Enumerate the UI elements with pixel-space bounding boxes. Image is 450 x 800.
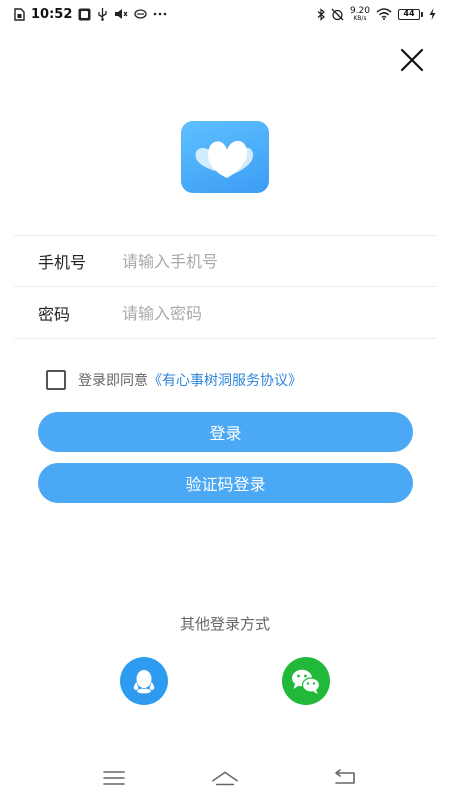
password-input[interactable] — [122, 303, 428, 323]
nav-back-button[interactable] — [331, 766, 359, 790]
status-bar: 10:52 9.20 KB/s 44 — [0, 0, 450, 28]
status-right: 9.20 KB/s 44 — [317, 6, 436, 22]
password-label: 密码 — [38, 305, 71, 324]
other-login-title: 其他登录方式 — [179, 615, 270, 633]
more-dots-icon — [153, 12, 167, 16]
alarm-off-icon — [331, 8, 344, 21]
wechat-icon — [292, 669, 321, 694]
agreement-row: 登录即同意 《有心事树洞服务协议》 — [46, 369, 302, 391]
charging-icon — [429, 8, 436, 20]
battery-level: 44 — [398, 8, 420, 20]
close-button[interactable] — [398, 46, 426, 74]
battery-icon: 44 — [398, 8, 423, 20]
back-icon — [335, 769, 355, 784]
close-icon — [400, 48, 424, 72]
net-speed: 9.20 KB/s — [350, 6, 370, 22]
phone-row: 手机号 — [38, 236, 428, 286]
message-icon — [134, 8, 148, 20]
status-time: 10:52 — [31, 6, 73, 22]
wifi-icon — [376, 8, 392, 20]
app-notification-icon — [78, 8, 91, 21]
login-button[interactable]: 登录 — [38, 412, 413, 452]
divider-middle — [14, 286, 436, 287]
navigation-bar — [0, 760, 450, 796]
usb-icon — [97, 7, 108, 21]
qq-login-button[interactable] — [120, 657, 168, 705]
menu-icon — [103, 771, 125, 785]
mute-icon — [114, 8, 128, 20]
app-logo-hearts-icon — [195, 140, 254, 178]
code-login-button[interactable]: 验证码登录 — [38, 463, 413, 503]
qq-penguin-icon — [133, 670, 155, 694]
phone-label: 手机号 — [38, 253, 87, 272]
nav-home-button[interactable] — [211, 766, 239, 790]
agreement-prefix: 登录即同意 — [78, 373, 148, 389]
status-left: 10:52 — [14, 7, 167, 22]
sim-icon — [14, 7, 25, 21]
phone-input[interactable] — [122, 251, 428, 271]
home-icon — [212, 771, 238, 786]
bluetooth-icon — [317, 7, 325, 21]
agreement-link[interactable]: 《有心事树洞服务协议》 — [148, 370, 302, 390]
net-speed-unit: KB/s — [353, 14, 367, 22]
wechat-login-button[interactable] — [282, 657, 330, 705]
app-logo — [181, 121, 269, 193]
password-row: 密码 — [38, 288, 428, 338]
agreement-checkbox[interactable] — [46, 370, 66, 390]
nav-menu-button[interactable] — [100, 766, 128, 790]
divider-bottom — [14, 338, 436, 339]
